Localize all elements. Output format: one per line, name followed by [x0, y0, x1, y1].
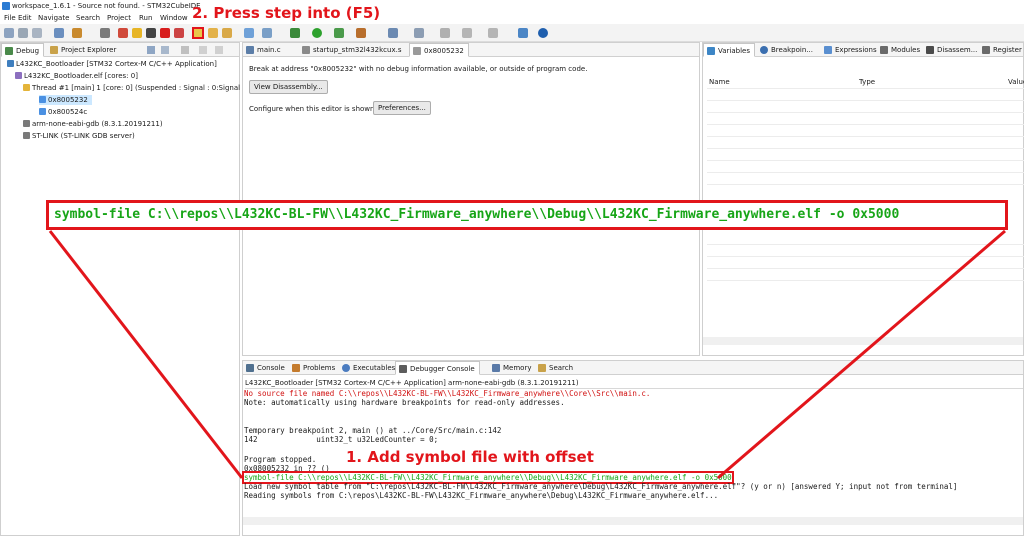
annotation-step-1: 1. Add symbol file with offset: [344, 448, 596, 466]
annotation-command-callout: symbol-file C:\\repos\\L432KC-BL-FW\\L43…: [46, 200, 1008, 230]
callout-line-left: [48, 230, 244, 479]
callout-line-right: [717, 229, 1006, 480]
callout-command-text: symbol-file C:\\repos\\L432KC-BL-FW\\L43…: [54, 207, 900, 222]
